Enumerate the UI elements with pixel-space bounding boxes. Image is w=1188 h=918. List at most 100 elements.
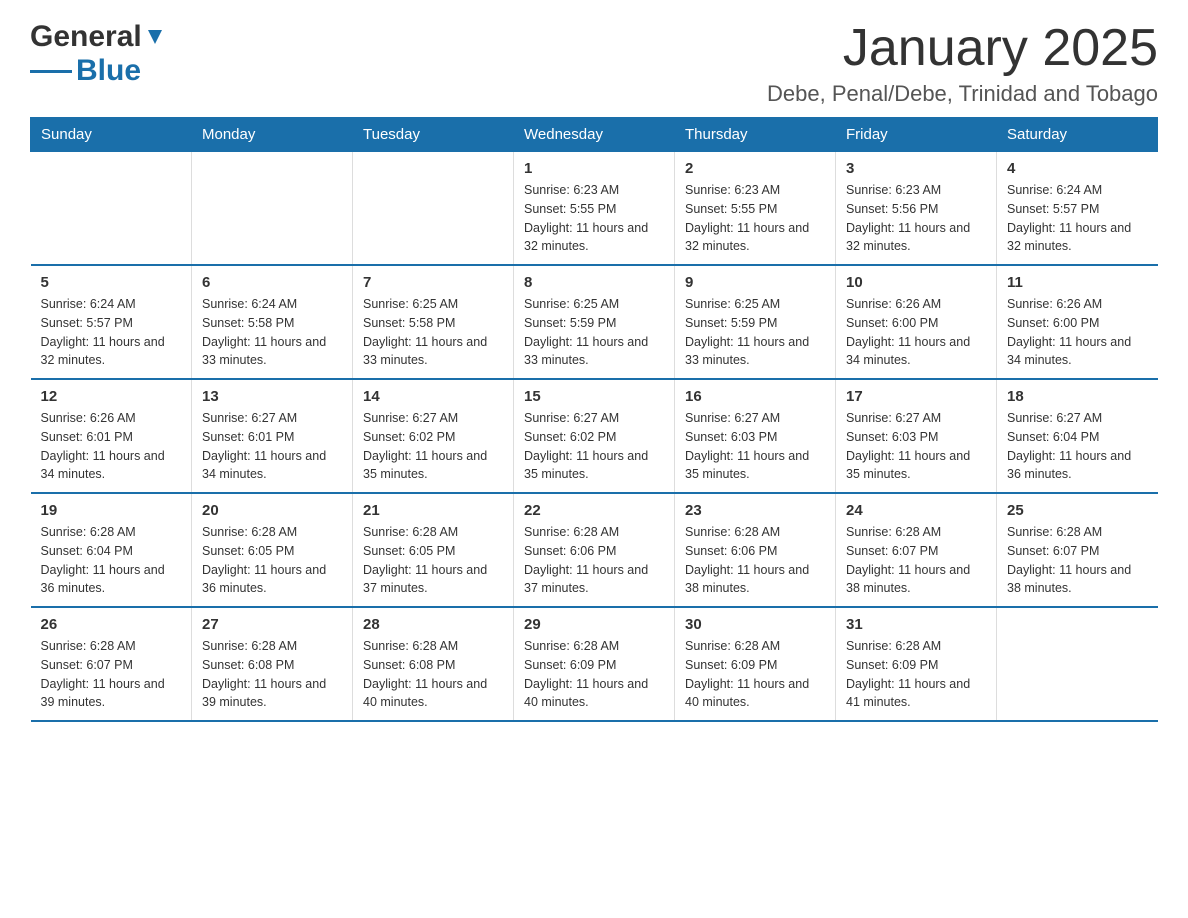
day-info: Sunrise: 6:25 AMSunset: 5:59 PMDaylight:… <box>524 295 664 370</box>
day-number: 9 <box>685 274 825 291</box>
calendar-header: SundayMondayTuesdayWednesdayThursdayFrid… <box>31 118 1158 152</box>
day-info: Sunrise: 6:23 AMSunset: 5:56 PMDaylight:… <box>846 181 986 256</box>
calendar-day-cell: 21 Sunrise: 6:28 AMSunset: 6:05 PMDayligh… <box>353 493 514 607</box>
day-number: 1 <box>524 160 664 177</box>
calendar-table: SundayMondayTuesdayWednesdayThursdayFrid… <box>30 117 1158 722</box>
calendar-day-cell: 6 Sunrise: 6:24 AMSunset: 5:58 PMDaylight… <box>192 265 353 379</box>
calendar-day-cell: 16Sunrise: 6:27 AMSunset: 6:03 PMDayligh… <box>675 379 836 493</box>
day-of-week-header: Monday <box>192 118 353 152</box>
day-info: Sunrise: 6:28 AMSunset: 6:05 PMDaylight:… <box>363 523 503 598</box>
day-info: Sunrise: 6:28 AMSunset: 6:09 PMDaylight:… <box>846 637 986 712</box>
calendar-day-cell <box>192 152 353 266</box>
calendar-day-cell: 1 Sunrise: 6:23 AMSunset: 5:55 PMDaylight… <box>514 152 675 266</box>
day-number: 14 <box>363 388 503 405</box>
day-number: 20 <box>202 502 342 519</box>
day-info: Sunrise: 6:24 AMSunset: 5:58 PMDaylight:… <box>202 295 342 370</box>
logo-general-text: General <box>30 20 142 54</box>
calendar-day-cell: 28 Sunrise: 6:28 AMSunset: 6:08 PMDayligh… <box>353 607 514 721</box>
day-info: Sunrise: 6:23 AMSunset: 5:55 PMDaylight:… <box>524 181 664 256</box>
location-subtitle: Debe, Penal/Debe, Trinidad and Tobago <box>767 81 1158 107</box>
calendar-week-row: 1 Sunrise: 6:23 AMSunset: 5:55 PMDaylight… <box>31 152 1158 266</box>
day-number: 13 <box>202 388 342 405</box>
day-info: Sunrise: 6:24 AMSunset: 5:57 PMDaylight:… <box>1007 181 1148 256</box>
day-number: 19 <box>41 502 182 519</box>
day-number: 6 <box>202 274 342 291</box>
calendar-day-cell: 12 Sunrise: 6:26 AMSunset: 6:01 PMDayligh… <box>31 379 192 493</box>
calendar-day-cell: 4 Sunrise: 6:24 AMSunset: 5:57 PMDaylight… <box>997 152 1158 266</box>
day-info: Sunrise: 6:27 AMSunset: 6:03 PMDaylight:… <box>846 409 986 484</box>
calendar-day-cell: 31 Sunrise: 6:28 AMSunset: 6:09 PMDayligh… <box>836 607 997 721</box>
day-info: Sunrise: 6:27 AMSunset: 6:02 PMDaylight:… <box>363 409 503 484</box>
calendar-day-cell: 29Sunrise: 6:28 AMSunset: 6:09 PMDayligh… <box>514 607 675 721</box>
day-info: Sunrise: 6:23 AMSunset: 5:55 PMDaylight:… <box>685 181 825 256</box>
day-info: Sunrise: 6:28 AMSunset: 6:09 PMDaylight:… <box>685 637 825 712</box>
day-of-week-header: Tuesday <box>353 118 514 152</box>
page-header: General Blue January 2025 Debe, Penal/De… <box>30 20 1158 107</box>
calendar-week-row: 12 Sunrise: 6:26 AMSunset: 6:01 PMDayligh… <box>31 379 1158 493</box>
calendar-day-cell: 25Sunrise: 6:28 AMSunset: 6:07 PMDayligh… <box>997 493 1158 607</box>
calendar-day-cell <box>997 607 1158 721</box>
day-number: 31 <box>846 616 986 633</box>
day-info: Sunrise: 6:26 AMSunset: 6:01 PMDaylight:… <box>41 409 182 484</box>
day-number: 24 <box>846 502 986 519</box>
day-number: 22 <box>524 502 664 519</box>
day-number: 18 <box>1007 388 1148 405</box>
day-info: Sunrise: 6:26 AMSunset: 6:00 PMDaylight:… <box>846 295 986 370</box>
day-info: Sunrise: 6:27 AMSunset: 6:02 PMDaylight:… <box>524 409 664 484</box>
calendar-day-cell: 11Sunrise: 6:26 AMSunset: 6:00 PMDayligh… <box>997 265 1158 379</box>
day-info: Sunrise: 6:25 AMSunset: 5:59 PMDaylight:… <box>685 295 825 370</box>
day-number: 26 <box>41 616 182 633</box>
day-number: 28 <box>363 616 503 633</box>
day-number: 17 <box>846 388 986 405</box>
calendar-day-cell: 18 Sunrise: 6:27 AMSunset: 6:04 PMDayligh… <box>997 379 1158 493</box>
days-of-week-row: SundayMondayTuesdayWednesdayThursdayFrid… <box>31 118 1158 152</box>
day-number: 11 <box>1007 274 1148 291</box>
day-info: Sunrise: 6:28 AMSunset: 6:05 PMDaylight:… <box>202 523 342 598</box>
day-info: Sunrise: 6:28 AMSunset: 6:08 PMDaylight:… <box>363 637 503 712</box>
day-of-week-header: Sunday <box>31 118 192 152</box>
calendar-day-cell: 3 Sunrise: 6:23 AMSunset: 5:56 PMDaylight… <box>836 152 997 266</box>
day-number: 4 <box>1007 160 1148 177</box>
calendar-day-cell: 10 Sunrise: 6:26 AMSunset: 6:00 PMDayligh… <box>836 265 997 379</box>
day-number: 29 <box>524 616 664 633</box>
day-number: 27 <box>202 616 342 633</box>
day-number: 15 <box>524 388 664 405</box>
logo: General Blue <box>30 20 166 88</box>
day-info: Sunrise: 6:28 AMSunset: 6:06 PMDaylight:… <box>685 523 825 598</box>
calendar-week-row: 5 Sunrise: 6:24 AMSunset: 5:57 PMDaylight… <box>31 265 1158 379</box>
day-info: Sunrise: 6:28 AMSunset: 6:04 PMDaylight:… <box>41 523 182 598</box>
month-year-title: January 2025 <box>767 20 1158 77</box>
day-number: 30 <box>685 616 825 633</box>
day-info: Sunrise: 6:28 AMSunset: 6:06 PMDaylight:… <box>524 523 664 598</box>
calendar-body: 1 Sunrise: 6:23 AMSunset: 5:55 PMDaylight… <box>31 152 1158 722</box>
day-number: 7 <box>363 274 503 291</box>
logo-arrow-icon <box>144 26 166 48</box>
day-number: 10 <box>846 274 986 291</box>
calendar-week-row: 19 Sunrise: 6:28 AMSunset: 6:04 PMDayligh… <box>31 493 1158 607</box>
day-number: 8 <box>524 274 664 291</box>
title-block: January 2025 Debe, Penal/Debe, Trinidad … <box>767 20 1158 107</box>
calendar-day-cell: 15 Sunrise: 6:27 AMSunset: 6:02 PMDayligh… <box>514 379 675 493</box>
calendar-day-cell: 5 Sunrise: 6:24 AMSunset: 5:57 PMDaylight… <box>31 265 192 379</box>
day-of-week-header: Friday <box>836 118 997 152</box>
calendar-day-cell: 17 Sunrise: 6:27 AMSunset: 6:03 PMDayligh… <box>836 379 997 493</box>
day-info: Sunrise: 6:25 AMSunset: 5:58 PMDaylight:… <box>363 295 503 370</box>
calendar-day-cell: 24 Sunrise: 6:28 AMSunset: 6:07 PMDayligh… <box>836 493 997 607</box>
day-number: 3 <box>846 160 986 177</box>
day-of-week-header: Saturday <box>997 118 1158 152</box>
day-number: 5 <box>41 274 182 291</box>
day-info: Sunrise: 6:28 AMSunset: 6:07 PMDaylight:… <box>1007 523 1148 598</box>
calendar-day-cell: 20 Sunrise: 6:28 AMSunset: 6:05 PMDayligh… <box>192 493 353 607</box>
day-info: Sunrise: 6:24 AMSunset: 5:57 PMDaylight:… <box>41 295 182 370</box>
calendar-day-cell: 23Sunrise: 6:28 AMSunset: 6:06 PMDayligh… <box>675 493 836 607</box>
day-number: 12 <box>41 388 182 405</box>
calendar-day-cell <box>353 152 514 266</box>
day-info: Sunrise: 6:27 AMSunset: 6:04 PMDaylight:… <box>1007 409 1148 484</box>
calendar-day-cell: 30 Sunrise: 6:28 AMSunset: 6:09 PMDayligh… <box>675 607 836 721</box>
day-number: 21 <box>363 502 503 519</box>
calendar-day-cell: 14 Sunrise: 6:27 AMSunset: 6:02 PMDayligh… <box>353 379 514 493</box>
calendar-day-cell: 2Sunrise: 6:23 AMSunset: 5:55 PMDaylight… <box>675 152 836 266</box>
day-info: Sunrise: 6:28 AMSunset: 6:07 PMDaylight:… <box>846 523 986 598</box>
day-of-week-header: Thursday <box>675 118 836 152</box>
calendar-day-cell: 22 Sunrise: 6:28 AMSunset: 6:06 PMDayligh… <box>514 493 675 607</box>
